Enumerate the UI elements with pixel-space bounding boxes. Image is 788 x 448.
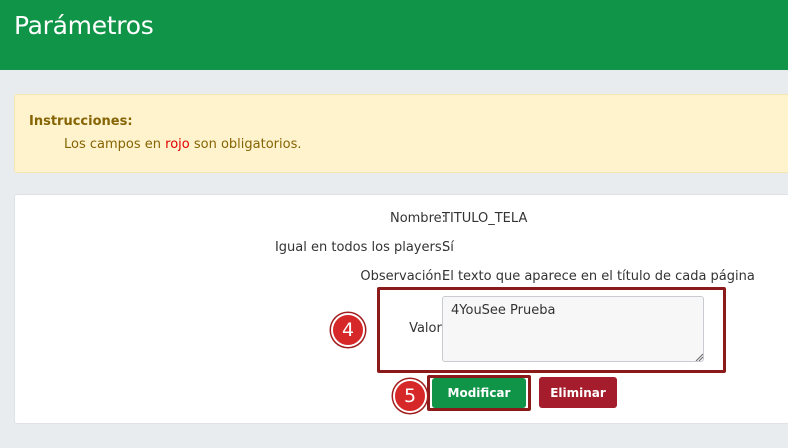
valor-textarea[interactable]: [442, 296, 704, 362]
page-header: Parámetros: [0, 0, 788, 70]
instructions-message: Los campos en rojo son obligatorios.: [64, 137, 301, 152]
step-badge-4: 4: [331, 313, 365, 347]
instructions-required-word: rojo: [165, 137, 190, 152]
page-title: Parámetros: [14, 11, 154, 40]
observacion-label: Observación:: [360, 269, 446, 284]
instructions-alert: Instrucciones: Los campos en rojo son ob…: [14, 94, 788, 173]
valor-label: Valor:: [409, 321, 446, 336]
instructions-text-before: Los campos en: [64, 137, 161, 152]
nombre-value: TITULO_TELA: [442, 211, 528, 226]
modificar-button[interactable]: Modificar: [432, 378, 526, 408]
nombre-label: Nombre:: [389, 211, 446, 226]
eliminar-button[interactable]: Eliminar: [539, 377, 617, 408]
instructions-title: Instrucciones:: [29, 114, 133, 129]
observacion-value: El texto que aparece en el título de cad…: [442, 269, 755, 284]
parameter-form-card: Nombre: TITULO_TELA Igual en todos los p…: [14, 194, 788, 424]
igual-label: Igual en todos los players:: [274, 240, 446, 255]
igual-value: Sí: [442, 240, 454, 255]
step-badge-5: 5: [393, 379, 427, 413]
instructions-text-after: son obligatorios.: [193, 137, 302, 152]
